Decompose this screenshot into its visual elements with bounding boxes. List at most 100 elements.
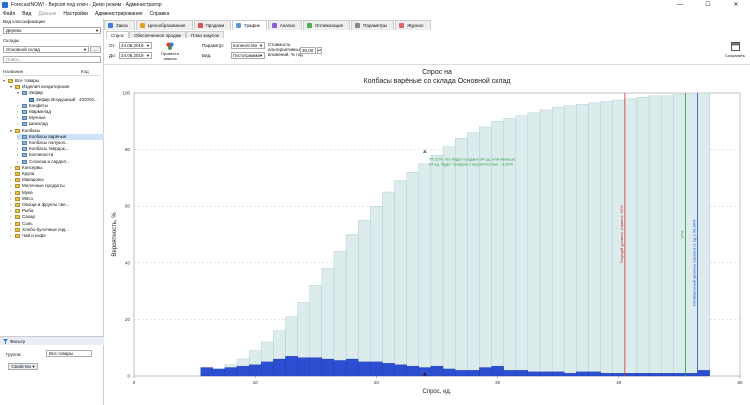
param-label: Параметр: <box>202 43 225 48</box>
subtab-purchase-plan[interactable]: План закупок <box>186 31 224 38</box>
tab-label: Анализ <box>279 23 295 28</box>
tab-6[interactable]: Параметры <box>351 20 395 30</box>
subtab-sales-coverage[interactable]: Обеспеченное продаж <box>128 31 187 38</box>
product-icon <box>29 97 34 102</box>
folder-icon <box>22 91 27 96</box>
cost-stepper[interactable]: ▴▾ <box>317 47 322 54</box>
tree-item-label: Чай и кофе <box>22 233 46 238</box>
close-button[interactable]: ✕ <box>722 0 750 10</box>
tab-label: Журнал <box>407 23 424 28</box>
minimize-button[interactable]: — <box>666 0 694 10</box>
tab-4[interactable]: Анализ <box>267 20 302 30</box>
save-label: Сохранить <box>725 53 745 58</box>
density-bar <box>212 368 226 377</box>
subtab-demand[interactable]: Спрос <box>106 31 129 38</box>
main-area: Заказ Ценообразование Продажи График Анализ О… <box>104 18 750 405</box>
menu-administration[interactable]: Администрирование <box>95 11 143 17</box>
cumulative-bar <box>576 104 589 377</box>
window-controls: — ☐ ✕ <box>666 0 750 10</box>
folder-icon <box>15 196 20 201</box>
cumulative-bar <box>624 98 638 377</box>
property-button[interactable]: Свойство ▾ <box>8 363 38 370</box>
density-bar <box>200 367 213 377</box>
tab-0[interactable]: Заказ <box>104 20 135 30</box>
folder-icon <box>22 110 27 115</box>
cumulative-bar <box>648 95 662 377</box>
tab-icon <box>236 23 242 28</box>
density-bar <box>261 361 274 377</box>
cumulative-bar <box>370 205 383 377</box>
warehouse-select[interactable]: Основной склад ▼ <box>3 46 89 53</box>
x-tick-label: 50 <box>737 380 743 385</box>
to-date-input[interactable]: 24.06.2019 ▼ <box>119 52 152 59</box>
y-tick-label: 100 <box>122 91 130 96</box>
tab-icon <box>139 23 145 28</box>
x-tick-label: 40 <box>616 380 622 385</box>
density-bar <box>455 370 468 377</box>
cumulative-bar <box>418 163 432 377</box>
search-input[interactable]: Поиск... <box>3 56 101 63</box>
warehouse-value: Основной склад <box>6 47 40 52</box>
tab-icon <box>197 23 203 28</box>
tab-2[interactable]: Продажи <box>193 20 232 30</box>
folder-icon <box>22 103 27 108</box>
group-value: Все товары <box>49 351 74 356</box>
search-placeholder: Поиск... <box>6 57 23 62</box>
menu-view[interactable]: Вид <box>22 11 31 17</box>
density-bar <box>285 356 298 377</box>
menu-file[interactable]: Файл <box>3 11 15 17</box>
left-panel: Вид классификации Дерево ▼ Склады Основн… <box>0 18 104 405</box>
tab-label: Ценообразование <box>147 23 186 28</box>
tab-3[interactable]: График <box>232 20 267 30</box>
cumulative-bar <box>406 172 420 377</box>
param-select[interactable]: Количество ▼ <box>231 42 265 49</box>
maximize-button[interactable]: ☐ <box>694 0 722 10</box>
save-button[interactable]: Сохранить <box>724 41 746 63</box>
menu-help[interactable]: Справка <box>150 11 170 17</box>
cumulative-bar <box>454 138 468 377</box>
view-select[interactable]: Гистограмма ▼ <box>231 52 265 59</box>
menu-settings[interactable]: Настройки <box>63 11 88 17</box>
classification-select[interactable]: Дерево ▼ <box>3 27 101 34</box>
density-bar <box>430 365 444 377</box>
density-bar <box>321 358 335 377</box>
density-bar <box>358 361 371 377</box>
tab-label: Оптимизация <box>314 23 344 28</box>
chevron-down-icon: ▼ <box>146 53 150 58</box>
chart-area: 0 20 40 60 80 100 0 10 20 30 40 50 Текущий уровень с… <box>104 66 750 405</box>
chevron-down-icon: ▼ <box>259 43 263 48</box>
folder-icon <box>15 215 20 220</box>
tree-item[interactable]: › Чай и кофе <box>10 233 104 239</box>
tree-header-name[interactable]: Название <box>3 69 81 75</box>
run-analysis-button[interactable]: Провести анализ <box>156 41 184 63</box>
density-bar <box>624 373 638 377</box>
save-icon <box>730 42 740 51</box>
density-bar <box>685 373 698 377</box>
view-label: Вид: <box>202 53 212 58</box>
x-axis-label: Спрос, ед. <box>423 389 452 395</box>
warehouse-browse-button[interactable]: ... <box>90 46 101 53</box>
demand-chart: 0 20 40 60 80 100 0 10 20 30 40 50 Текущий уровень с… <box>112 69 743 395</box>
classification-label: Вид классификации <box>3 19 45 24</box>
from-date-input[interactable]: 24.06.2019 ▼ <box>119 42 152 49</box>
param-value: Количество <box>233 43 258 48</box>
cumulative-bar <box>551 106 565 377</box>
folder-icon <box>15 209 20 214</box>
analysis-icon <box>165 41 175 50</box>
tab-1[interactable]: Ценообразование <box>135 20 193 30</box>
cost-label: Стоимость альтернативных вложений, % год <box>268 42 303 57</box>
annotation-text: 24 ед. будет продано с вероятностью : 3,… <box>429 161 514 166</box>
tab-5[interactable]: Оптимизация <box>302 20 351 30</box>
folder-icon <box>15 190 20 195</box>
y-tick-label: 20 <box>125 317 131 322</box>
density-bar <box>345 358 359 377</box>
x-tick-label: 20 <box>374 380 380 385</box>
folder-icon <box>22 134 27 139</box>
tree-header-code[interactable]: Код <box>81 69 89 75</box>
filter-header[interactable]: Фильтр <box>0 336 104 345</box>
x-tick-label: 10 <box>253 380 259 385</box>
group-select[interactable]: Все товары <box>46 350 92 357</box>
cost-input[interactable]: 30,00 <box>300 47 316 54</box>
menu-data[interactable]: Данные <box>38 11 56 17</box>
tab-7[interactable]: Журнал <box>395 20 431 30</box>
